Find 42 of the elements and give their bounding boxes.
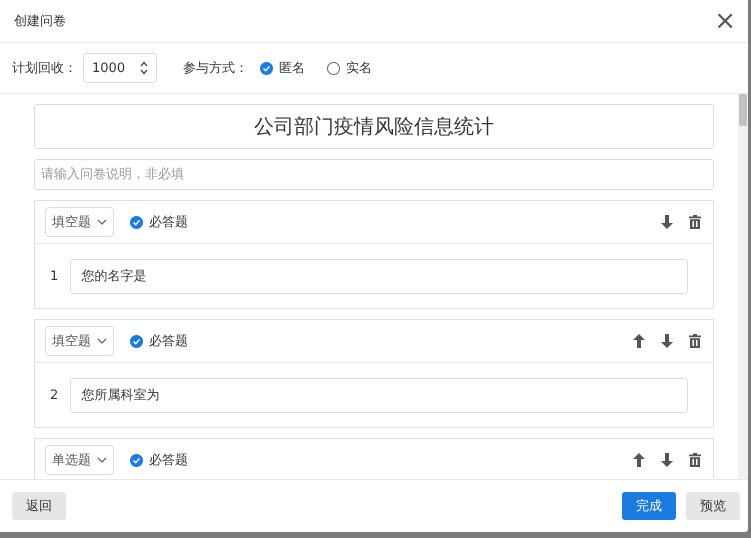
spinner-icon[interactable]	[140, 61, 148, 75]
radio-option[interactable]: 实名	[327, 59, 372, 77]
checkbox[interactable]	[130, 454, 143, 466]
chevron-down-icon	[97, 338, 107, 344]
chevron-down-icon	[97, 219, 107, 225]
mode-label: 参与方式：	[183, 60, 248, 77]
down-arrow-icon[interactable]	[661, 215, 673, 229]
dialog-title: 创建问卷	[14, 13, 66, 30]
plan-label: 计划回收：	[12, 60, 77, 77]
number-field[interactable]: 1000	[83, 53, 157, 83]
radio-icon[interactable]	[260, 62, 273, 74]
required-label: 必答题	[149, 214, 188, 231]
required-label: 必答题	[149, 452, 188, 469]
preview-button[interactable]: 预览	[686, 492, 740, 520]
radio-option[interactable]: 匿名	[260, 59, 305, 77]
question-type-select[interactable]: 填空题	[45, 326, 114, 356]
up-arrow-icon[interactable]	[633, 334, 645, 348]
description-field[interactable]: 请输入问卷说明，非必填	[34, 159, 714, 190]
question-text-field[interactable]: 您的名字是	[70, 258, 688, 294]
radio-icon[interactable]	[327, 62, 340, 74]
trash-icon[interactable]	[689, 453, 701, 467]
down-arrow-icon[interactable]	[661, 334, 673, 348]
scrollbar[interactable]	[738, 94, 748, 479]
question-type-select[interactable]: 填空题	[45, 207, 114, 237]
question-number: 2	[50, 388, 58, 402]
radio-label: 匿名	[279, 60, 305, 77]
survey-title-field[interactable]: 公司部门疫情风险信息统计	[34, 104, 714, 149]
radio-label: 实名	[346, 60, 372, 77]
close-button[interactable]: ×	[714, 8, 736, 34]
up-arrow-icon[interactable]	[633, 453, 645, 467]
back-button[interactable]: 返回	[12, 492, 66, 520]
done-button[interactable]: 完成	[622, 492, 676, 520]
down-arrow-icon[interactable]	[661, 453, 673, 467]
question-type-select[interactable]: 单选题	[45, 445, 114, 475]
checkbox[interactable]	[130, 216, 143, 228]
checkbox[interactable]	[130, 334, 143, 348]
trash-icon[interactable]	[689, 215, 701, 229]
chevron-down-icon	[97, 457, 107, 463]
required-label: 必答题	[149, 333, 188, 350]
question-number: 1	[50, 268, 58, 284]
question-text-field[interactable]: 您所属科室为	[70, 378, 688, 412]
trash-icon[interactable]	[689, 334, 701, 348]
